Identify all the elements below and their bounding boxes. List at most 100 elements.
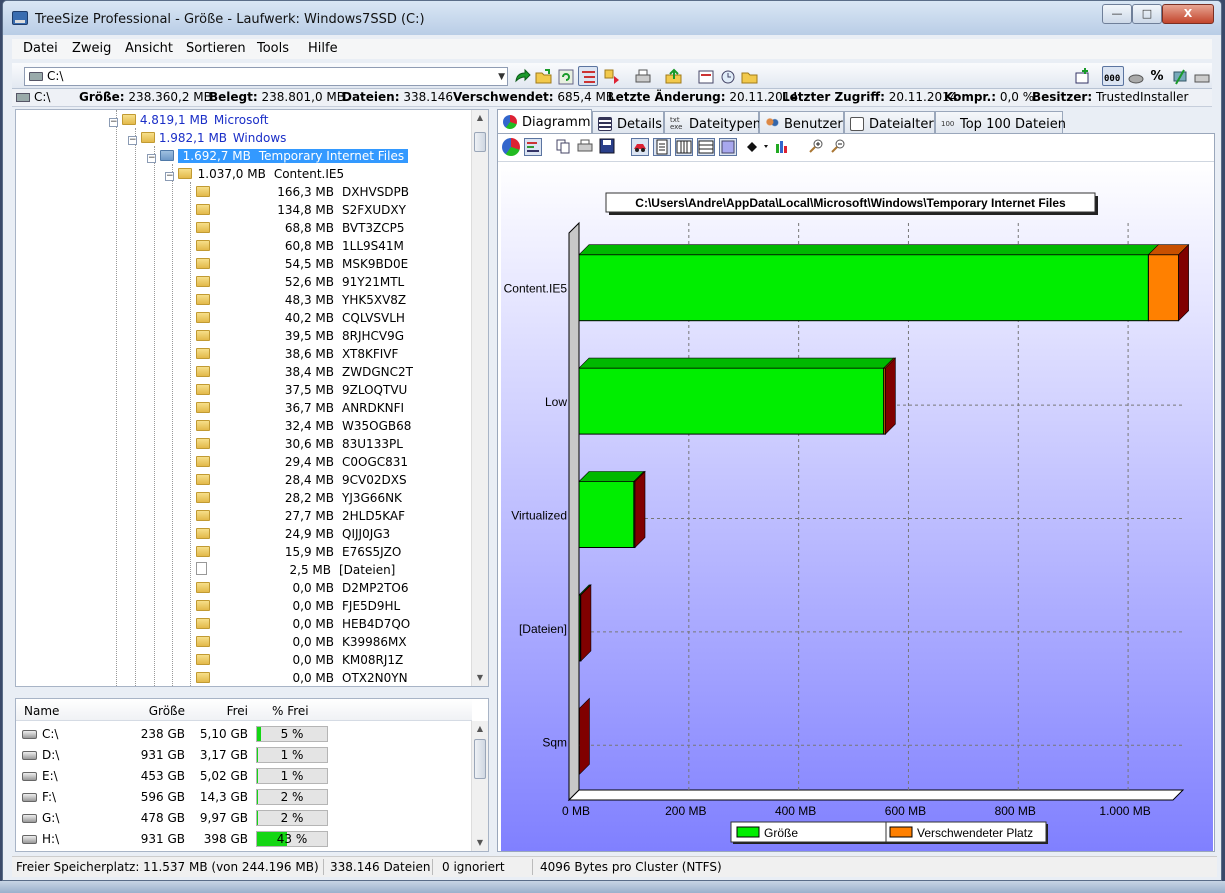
tree-row[interactable]: 37,5 MB 9ZLOQTVU: [183, 381, 407, 399]
vertical-grid-icon[interactable]: [675, 138, 693, 156]
tree-row[interactable]: − 1.692,7 MB Temporary Internet Files: [147, 147, 409, 165]
save-icon[interactable]: [599, 138, 617, 156]
tree-view-icon[interactable]: [578, 66, 598, 86]
tree-row[interactable]: 27,7 MB 2HLD5KAF: [183, 507, 405, 525]
scroll-up-icon[interactable]: ▲: [472, 110, 488, 126]
document-icon[interactable]: [653, 138, 671, 156]
tree-row[interactable]: 0,0 MB OTX2N0YN: [183, 669, 408, 686]
tree-row[interactable]: 36,7 MB ANRDKNFI: [183, 399, 404, 417]
scroll-down-icon[interactable]: ▼: [472, 835, 488, 851]
scroll-thumb[interactable]: [474, 739, 486, 779]
3d-view-icon[interactable]: [631, 138, 649, 156]
tree-row[interactable]: − 4.819,1 MB Microsoft: [109, 111, 268, 129]
tree-row[interactable]: 0,0 MB K39986MX: [183, 633, 407, 651]
path-combobox[interactable]: C:\ ▼: [24, 67, 508, 86]
print-icon[interactable]: [577, 138, 595, 156]
scroll-thumb[interactable]: [474, 132, 486, 152]
tab-dateitypen[interactable]: txt exe Dateitypen: [664, 111, 761, 134]
tree-row[interactable]: 29,4 MB C0OGC831: [183, 453, 408, 471]
colored-bars-icon[interactable]: [774, 138, 792, 156]
tree-row[interactable]: − 1.982,1 MB Windows: [128, 129, 286, 147]
printer-small-icon[interactable]: [1191, 66, 1211, 86]
scroll-up-icon[interactable]: ▲: [472, 721, 488, 737]
menu-zweig[interactable]: Zweig: [72, 41, 111, 56]
tree-row[interactable]: 68,8 MB BVT3ZCP5: [183, 219, 405, 237]
collapse-icon[interactable]: −: [109, 118, 118, 127]
tree-row[interactable]: 28,4 MB 9CV02DXS: [183, 471, 407, 489]
horizontal-grid-icon[interactable]: [697, 138, 715, 156]
tree-row[interactable]: 38,4 MB ZWDGNC2T: [183, 363, 413, 381]
drive-row[interactable]: G:\ 478 GB 9,97 GB 2 %: [16, 808, 472, 829]
tree-row[interactable]: 32,4 MB W35OGB68: [183, 417, 411, 435]
tree-row[interactable]: 54,5 MB MSK9BD0E: [183, 255, 408, 273]
background-color-icon[interactable]: [719, 138, 737, 156]
collapse-icon[interactable]: −: [128, 136, 137, 145]
percent-icon[interactable]: %: [1147, 66, 1167, 86]
menu-datei[interactable]: Datei: [23, 41, 58, 56]
tab-benutzer[interactable]: Benutzer: [759, 111, 844, 134]
number-format-icon[interactable]: 000: [1102, 66, 1124, 86]
maximize-button[interactable]: □: [1132, 4, 1162, 24]
menu-tools[interactable]: Tools: [257, 41, 289, 56]
minimize-button[interactable]: —: [1102, 4, 1132, 24]
tree-row[interactable]: 52,6 MB 91Y21MTL: [183, 273, 404, 291]
tree-row[interactable]: 24,9 MB QIJJ0JG3: [183, 525, 390, 543]
tab-dateialter[interactable]: Dateialter: [844, 111, 935, 134]
title-bar[interactable]: TreeSize Professional - Größe - Laufwerk…: [3, 1, 1221, 35]
tree-row[interactable]: 39,5 MB 8RJHCV9G: [183, 327, 404, 345]
tree-row[interactable]: 0,0 MB FJE5D9HL: [183, 597, 400, 615]
search-folder-icon[interactable]: [739, 66, 759, 86]
tree-row[interactable]: 0,0 MB KM08RJ1Z: [183, 651, 403, 669]
tree-row[interactable]: 0,0 MB HEB4D7QO: [183, 615, 410, 633]
open-folder-icon[interactable]: [533, 66, 553, 86]
tab-diagramm[interactable]: Diagramm: [497, 109, 592, 134]
tree-scrollbar[interactable]: ▲ ▼: [471, 110, 488, 686]
collapse-icon[interactable]: −: [147, 154, 156, 163]
expand-icon[interactable]: [601, 66, 621, 86]
tree-row[interactable]: − 1.037,0 MB Content.IE5: [165, 165, 344, 183]
export-icon[interactable]: [663, 66, 683, 86]
drive-row[interactable]: C:\ 238 GB 5,10 GB 5 %: [16, 724, 472, 745]
chevron-down-icon[interactable]: ▼: [498, 72, 505, 82]
drive-row[interactable]: F:\ 596 GB 14,3 GB 2 %: [16, 787, 472, 808]
menu-ansicht[interactable]: Ansicht: [125, 41, 173, 56]
tree-row[interactable]: 40,2 MB CQLVSVLH: [183, 309, 405, 327]
tree-row[interactable]: 15,9 MB E76S5JZO: [183, 543, 401, 561]
zoom-in-icon[interactable]: [808, 138, 826, 156]
zoom-out-icon[interactable]: [830, 138, 848, 156]
tab-top100[interactable]: 100 Top 100 Dateien: [935, 111, 1066, 134]
add-column-icon[interactable]: [1071, 66, 1091, 86]
tree-row[interactable]: 28,2 MB YJ3G66NK: [183, 489, 402, 507]
refresh-icon[interactable]: [555, 66, 575, 86]
options-icon[interactable]: [695, 66, 715, 86]
tree-row[interactable]: 60,8 MB 1LL9S41M: [183, 237, 404, 255]
col-free[interactable]: Frei: [188, 704, 248, 718]
col-size[interactable]: Größe: [121, 704, 185, 718]
scheduler-icon[interactable]: [717, 66, 737, 86]
fill-color-dropdown-icon[interactable]: [744, 138, 770, 156]
menu-sortieren[interactable]: Sortieren: [186, 41, 246, 56]
drive-row[interactable]: E:\ 453 GB 5,02 GB 1 %: [16, 766, 472, 787]
collapse-icon[interactable]: −: [165, 172, 174, 181]
tree-row[interactable]: 48,3 MB YHK5XV8Z: [183, 291, 406, 309]
close-button[interactable]: X: [1162, 4, 1214, 24]
menu-hilfe[interactable]: Hilfe: [308, 41, 338, 56]
pie-chart-icon[interactable]: [502, 138, 520, 156]
tab-details[interactable]: Details: [592, 111, 664, 134]
col-name[interactable]: Name: [24, 704, 59, 718]
folder-tree[interactable]: ▲ ▼ − 4.819,1 MB Microsoft − 1.982,1 MB Win…: [15, 109, 489, 687]
tree-row[interactable]: 166,3 MB DXHVSDPB: [183, 183, 409, 201]
tree-row[interactable]: 2,5 MB [Dateien]: [183, 561, 395, 579]
network-icon[interactable]: [1169, 66, 1189, 86]
bar-chart-icon[interactable]: [524, 138, 542, 156]
scroll-down-icon[interactable]: ▼: [472, 670, 488, 686]
disk-size-icon[interactable]: [1125, 66, 1145, 86]
col-percent-free[interactable]: % Frei: [272, 704, 309, 718]
tree-row[interactable]: 134,8 MB S2FXUDXY: [183, 201, 406, 219]
drive-list-scrollbar[interactable]: ▲ ▼: [471, 721, 488, 851]
drive-row[interactable]: H:\ 931 GB 398 GB 43 %: [16, 829, 472, 850]
tree-row[interactable]: 38,6 MB XT8KFIVF: [183, 345, 398, 363]
drive-row[interactable]: D:\ 931 GB 3,17 GB 1 %: [16, 745, 472, 766]
copy-icon[interactable]: [555, 138, 573, 156]
tree-row[interactable]: 30,6 MB 83U133PL: [183, 435, 403, 453]
